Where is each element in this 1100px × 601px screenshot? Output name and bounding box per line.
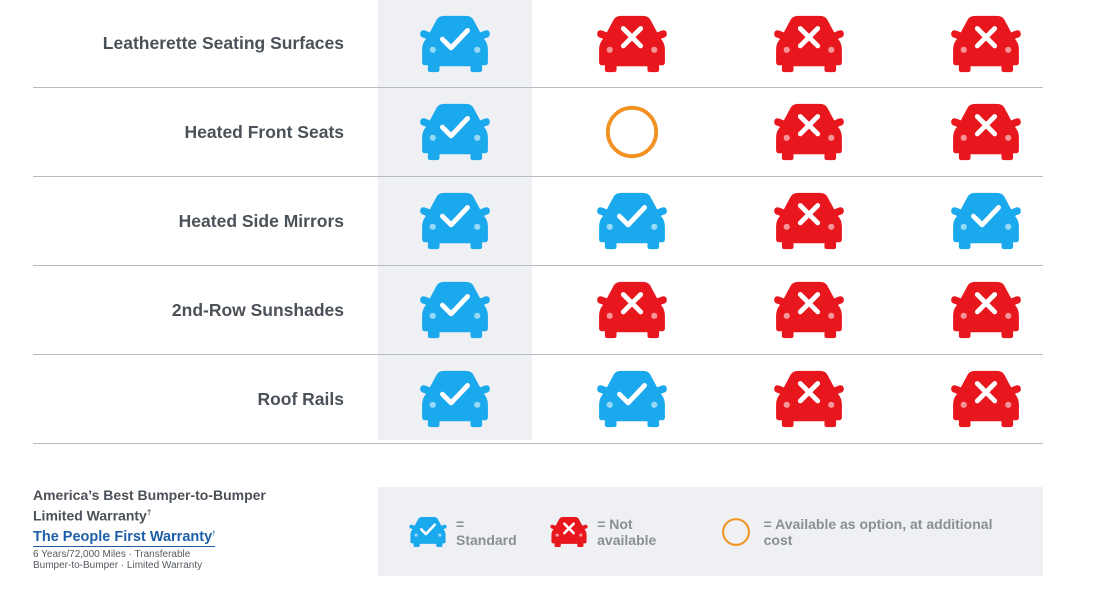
legend-label: = Standard	[456, 515, 517, 548]
car-check-icon	[405, 88, 505, 176]
feature-label: Leatherette Seating Surfaces	[102, 33, 344, 53]
feature-label: 2nd-Row Sunshades	[171, 299, 344, 320]
car-check-icon	[405, 0, 505, 87]
car-check-icon	[936, 177, 1036, 265]
car-x-icon	[936, 266, 1036, 354]
car-x-icon	[549, 516, 597, 548]
car-x-icon	[582, 266, 682, 354]
car-x-icon	[936, 0, 1036, 87]
legend-label: = Not available	[597, 515, 657, 548]
car-x-icon	[582, 0, 682, 87]
warranty-detail: 6 Years/72,000 Miles · Transferable Bump…	[33, 549, 333, 571]
circle-outline-icon	[582, 88, 682, 176]
legend-item-option: = Available as option, at additional cos…	[716, 516, 1021, 548]
car-x-icon	[759, 177, 859, 265]
car-x-icon	[759, 266, 859, 354]
car-check-icon	[405, 355, 505, 443]
warranty-brand-mark: †	[212, 530, 216, 537]
legend-item-not-available: = Not available	[549, 516, 693, 548]
car-check-icon	[582, 177, 682, 265]
feature-label: Heated Side Mirrors	[178, 210, 344, 231]
legend-item-standard: = Standard	[408, 516, 527, 548]
car-x-icon	[759, 355, 859, 443]
warranty-title-line2: Limited Warranty†	[33, 504, 333, 525]
table-row: Roof Rails	[33, 355, 1043, 444]
table-row: Heated Side Mirrors	[33, 177, 1043, 266]
warranty-brand-logo: The People First Warranty†	[33, 528, 216, 547]
feature-comparison-table: Leatherette Seating Surfaces Heated Fron…	[33, 0, 1043, 444]
feature-label: Roof Rails	[257, 388, 344, 409]
car-check-icon	[405, 266, 505, 354]
warranty-brand-text: The People First Warranty	[33, 528, 213, 545]
table-row: 2nd-Row Sunshades	[33, 266, 1043, 355]
car-check-icon	[582, 355, 682, 443]
legend: = Standard = Not available = Available a…	[378, 487, 1043, 576]
table-row: Heated Front Seats	[33, 88, 1043, 177]
feature-label: Heated Front Seats	[184, 121, 344, 142]
warranty-detail-line1: 6 Years/72,000 Miles · Transferable	[33, 548, 191, 560]
car-check-icon	[405, 177, 505, 265]
warranty-detail-line2: Bumper-to-Bumper · Limited Warranty	[33, 559, 203, 571]
car-x-icon	[936, 88, 1036, 176]
warranty-title-line1: America’s Best Bumper-to-Bumper	[33, 487, 266, 503]
car-x-icon	[759, 88, 859, 176]
warranty-footnote-mark: †	[146, 508, 152, 517]
legend-label: = Available as option, at additional cos…	[763, 515, 993, 548]
car-x-icon	[759, 0, 859, 87]
warranty-title: America’s Best Bumper-to-Bumper Limited …	[33, 487, 333, 525]
circle-outline-icon	[716, 516, 764, 548]
car-check-icon	[408, 516, 456, 548]
car-x-icon	[936, 355, 1036, 443]
table-row: Leatherette Seating Surfaces	[33, 0, 1043, 88]
warranty-title-text: Limited Warranty	[33, 507, 147, 524]
warranty-block: America’s Best Bumper-to-Bumper Limited …	[33, 487, 333, 571]
